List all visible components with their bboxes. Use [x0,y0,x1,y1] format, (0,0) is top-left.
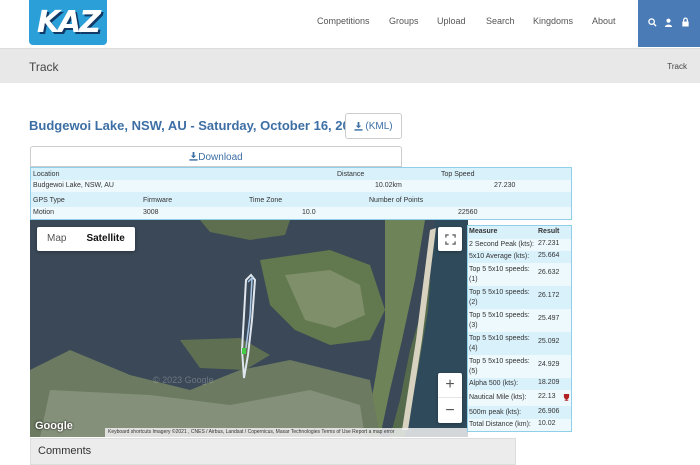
map-attribution[interactable]: Keyboard shortcuts Imagery ©2021 , CNES … [105,428,468,437]
nav-link-kingdoms[interactable]: Kingdoms [533,16,573,26]
result-row: Top 5 5x10 speeds: (2) 26.172 [468,286,571,309]
download-icon [354,121,363,131]
comments-heading: Comments [38,445,92,457]
nav-link-about[interactable]: About [592,16,616,26]
result-measure: Top 5 5x10 speeds: (5) [469,358,530,375]
kml-button[interactable]: (KML) [345,113,402,139]
download-icon [189,152,198,161]
result-measure: Alpha 500 (kts): [469,380,519,387]
search-icon[interactable] [648,17,657,30]
user-icon[interactable] [664,18,673,30]
nav-link-upload[interactable]: Upload [437,16,466,26]
result-value: 25.497 [538,315,560,322]
result-value: 27.231 [538,240,560,247]
header-points: Number of Points [369,197,424,204]
download-label: Download [198,152,243,163]
top-nav: KAZ Competitions Groups Upload Search Ki… [0,0,700,48]
breadcrumb[interactable]: Track [667,62,687,71]
result-row: Top 5 5x10 speeds: (1) 26.632 [468,263,571,286]
info-row-bg [31,207,571,219]
results-header-measure: Measure [469,228,498,235]
result-value: 10.02 [538,420,556,427]
result-measure: 5x10 Average (kts): [469,253,530,260]
header-firmware: Firmware [143,197,173,204]
value-distance: 10.02km [375,182,402,189]
result-measure: Top 5 5x10 speeds: (2) [469,289,530,306]
result-value: 18.209 [538,379,560,386]
result-row: Top 5 5x10 speeds: (4) 25.092 [468,332,571,355]
nav-link-competitions[interactable]: Competitions [317,16,370,26]
map-type-control: Map Satellite [37,227,135,251]
results-table: Measure Result 2 Second Peak (kts): 27.2… [467,225,572,432]
map-type-button[interactable]: Map [37,227,76,251]
header-gps-type: GPS Type [33,197,65,204]
nav-link-groups[interactable]: Groups [389,16,419,26]
google-logo: Google [35,420,73,432]
download-button[interactable]: Download [30,146,402,167]
value-points: 22560 [458,209,478,216]
result-measure: 2 Second Peak (kts): [469,241,534,248]
result-row: Alpha 500 (kts): 18.209 [468,378,571,390]
result-measure: Top 5 5x10 speeds: (1) [469,266,530,283]
satellite-type-button[interactable]: Satellite [76,227,134,251]
result-row: Top 5 5x10 speeds: (5) 24.929 [468,355,571,378]
fullscreen-button[interactable] [438,227,462,251]
result-value: 22.13 [538,393,556,400]
site-logo[interactable]: KAZ [29,0,107,45]
kml-label: (KML) [365,120,393,132]
track-title: Budgewoi Lake, NSW, AU - Saturday, Octob… [29,118,365,133]
zoom-in-button[interactable]: + [438,373,462,398]
zoom-out-button[interactable]: − [438,398,462,423]
result-measure: Top 5 5x10 speeds: (4) [469,335,530,352]
result-row: 500m peak (kts): 26.906 [468,406,571,418]
result-row: 5x10 Average (kts): 25.664 [468,251,571,263]
result-value: 25.092 [538,338,560,345]
result-row: Top 5 5x10 speeds: (3) 25.497 [468,309,571,332]
result-row: Nautical Mile (kts): 22.13 [468,390,571,406]
logo-text: KAZ [36,5,101,40]
nav-icon-group [638,0,700,47]
result-value: 26.172 [538,292,560,299]
page-banner: Track Track [0,48,700,83]
nav-link-search[interactable]: Search [486,16,515,26]
result-row: 2 Second Peak (kts): 27.231 [468,239,571,251]
header-location: Location [33,171,60,178]
lock-icon[interactable] [681,17,690,30]
value-top-speed: 27.230 [494,182,516,189]
comments-section: Comments [30,438,516,465]
result-row: Total Distance (km): 10.02 [468,419,571,431]
value-time-zone: 10.0 [302,209,316,216]
satellite-map[interactable]: © 2023 Google Map Satellite + − Google K… [30,220,468,437]
result-value: 24.929 [538,361,560,368]
fullscreen-icon [444,233,456,245]
result-measure: Top 5 5x10 speeds: (3) [469,312,530,329]
result-value: 25.664 [538,252,560,259]
value-firmware: 3008 [143,209,159,216]
header-time-zone: Time Zone [249,197,283,204]
map-watermark: © 2023 Google [153,375,214,385]
satellite-imagery [30,220,468,437]
result-measure: Nautical Mile (kts): [469,394,527,401]
result-measure: Total Distance (km): [469,421,531,428]
trophy-icon [563,394,570,403]
header-distance: Distance [337,171,365,178]
result-value: 26.632 [538,269,560,276]
value-location: Budgewoi Lake, NSW, AU [33,182,114,189]
value-gps-type: Motion [33,209,55,216]
header-top-speed: Top Speed [441,171,475,178]
page-title-banner: Track [29,60,59,74]
result-measure: 500m peak (kts): [469,409,522,416]
track-info-table: Location Distance Top Speed Budgewoi Lak… [30,167,572,220]
result-value: 26.906 [538,408,560,415]
zoom-control: + − [438,373,462,423]
results-header-result: Result [538,228,560,235]
